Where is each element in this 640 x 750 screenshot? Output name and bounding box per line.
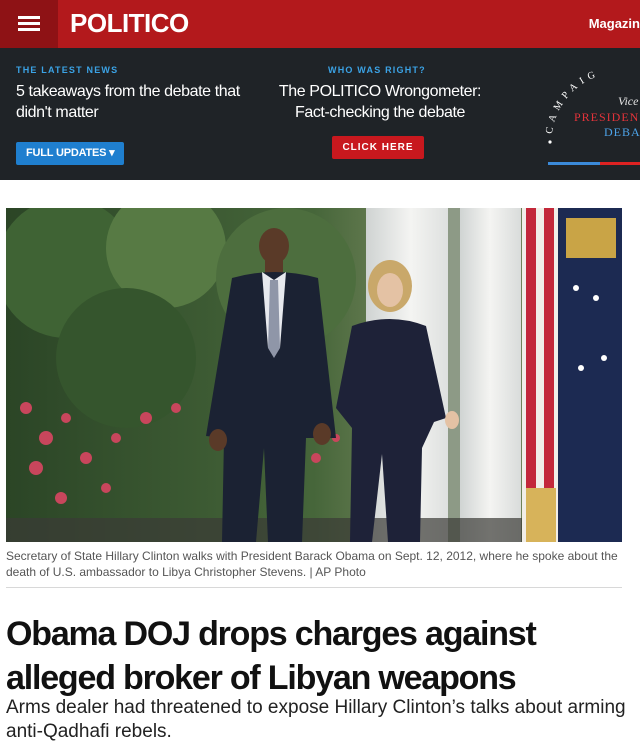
campaign-debate-badge[interactable]: CAMPAIG Vice PRESIDEN DEBA xyxy=(540,56,640,176)
badge-debate-text: DEBA xyxy=(604,125,640,139)
latest-news-eyebrow: THE LATEST NEWS xyxy=(16,65,119,75)
hamburger-menu-icon[interactable] xyxy=(0,0,58,48)
nav-link-magazine[interactable]: Magazin xyxy=(589,16,640,31)
wrongometer-headline[interactable]: The POLITICO Wrongometer: Fact-checking … xyxy=(262,81,498,123)
latest-news-headline[interactable]: 5 takeaways from the debate that didn't … xyxy=(16,81,246,123)
who-was-right-eyebrow: WHO WAS RIGHT? xyxy=(328,65,426,75)
divider xyxy=(6,587,622,588)
article-photo xyxy=(6,208,622,542)
top-nav-bar: POLITICO Magazin xyxy=(0,0,640,48)
full-updates-button[interactable]: FULL UPDATES ▾ xyxy=(16,142,125,165)
photo-caption: Secretary of State Hillary Clinton walks… xyxy=(6,549,618,579)
badge-vice-text: Vice xyxy=(618,94,639,108)
article-subhead: Arms dealer had threatened to expose Hil… xyxy=(6,697,626,742)
click-here-button[interactable]: CLICK HERE xyxy=(332,136,424,159)
politico-logo[interactable]: POLITICO xyxy=(70,8,189,39)
badge-stripe-red xyxy=(600,162,640,165)
badge-presidential-text: PRESIDEN xyxy=(574,110,640,124)
article-headline: Obama DOJ drops charges against alleged … xyxy=(6,615,537,697)
